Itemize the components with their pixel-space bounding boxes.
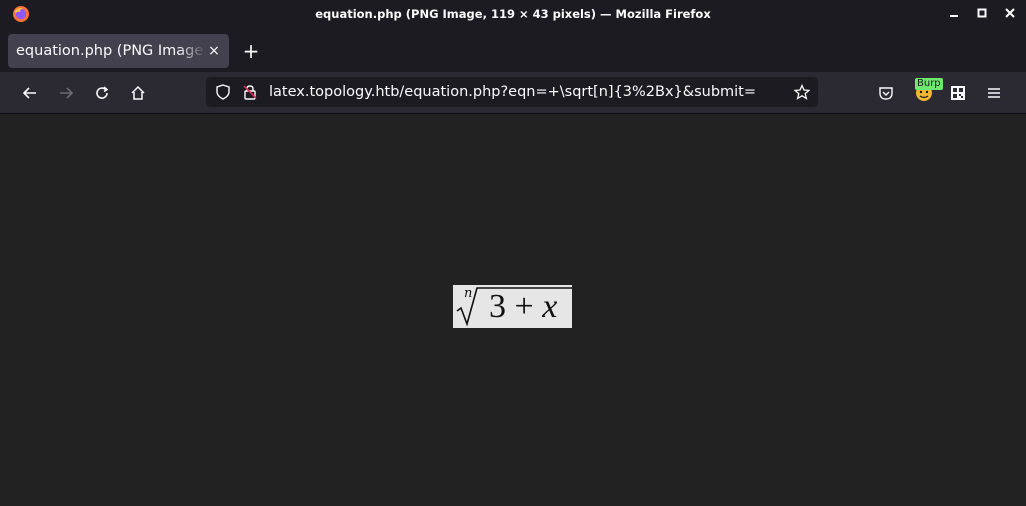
tab-label: equation.php (PNG Image, 119	[16, 43, 206, 59]
close-window-button[interactable]	[1004, 6, 1016, 20]
equation-image[interactable]: n 3 + x	[453, 285, 572, 328]
title-bar: equation.php (PNG Image, 119 × 43 pixels…	[0, 0, 1026, 30]
shield-icon[interactable]	[214, 83, 232, 101]
home-button[interactable]	[126, 81, 150, 105]
reload-icon	[96, 86, 109, 99]
new-tab-button[interactable]: +	[240, 40, 262, 62]
equation-variable: x	[542, 288, 558, 325]
address-bar[interactable]: latex.topology.htb/equation.php?eqn=+\sq…	[206, 77, 818, 107]
equation-number: 3	[489, 288, 506, 325]
tab-equation[interactable]: equation.php (PNG Image, 119 ×	[8, 34, 229, 68]
browser-window: equation.php (PNG Image, 119 × 43 pixels…	[0, 0, 1026, 506]
image-viewer-content: n 3 + x	[0, 114, 1026, 506]
bookmark-star-icon[interactable]	[793, 83, 811, 101]
window-controls	[948, 6, 1016, 20]
window-title: equation.php (PNG Image, 119 × 43 pixels…	[315, 7, 711, 21]
hamburger-menu-icon	[988, 88, 1000, 98]
reload-button[interactable]	[90, 81, 114, 105]
forward-button[interactable]	[54, 81, 78, 105]
maximize-button[interactable]	[976, 6, 988, 20]
navigation-toolbar: latex.topology.htb/equation.php?eqn=+\sq…	[0, 72, 1026, 114]
pocket-button[interactable]	[874, 81, 898, 105]
tab-strip: equation.php (PNG Image, 119 × +	[0, 30, 1026, 72]
minimize-button[interactable]	[948, 6, 960, 20]
forward-arrow-icon	[60, 87, 74, 99]
equation-root-index: n	[464, 286, 473, 301]
burp-badge: Burp	[915, 78, 943, 90]
url-text[interactable]: latex.topology.htb/equation.php?eqn=+\sq…	[269, 84, 756, 100]
menu-button[interactable]	[982, 81, 1006, 105]
tab-close-button[interactable]: ×	[207, 44, 221, 58]
pocket-icon	[879, 87, 893, 100]
back-button[interactable]	[18, 81, 42, 105]
equation-operator: +	[514, 288, 534, 325]
qr-code-extension-button[interactable]	[946, 81, 970, 105]
equation-radicand: 3 + x	[489, 288, 557, 326]
back-arrow-icon	[22, 87, 36, 99]
home-icon	[131, 85, 145, 100]
insecure-lock-icon[interactable]	[241, 83, 259, 101]
qr-code-icon	[951, 86, 965, 100]
